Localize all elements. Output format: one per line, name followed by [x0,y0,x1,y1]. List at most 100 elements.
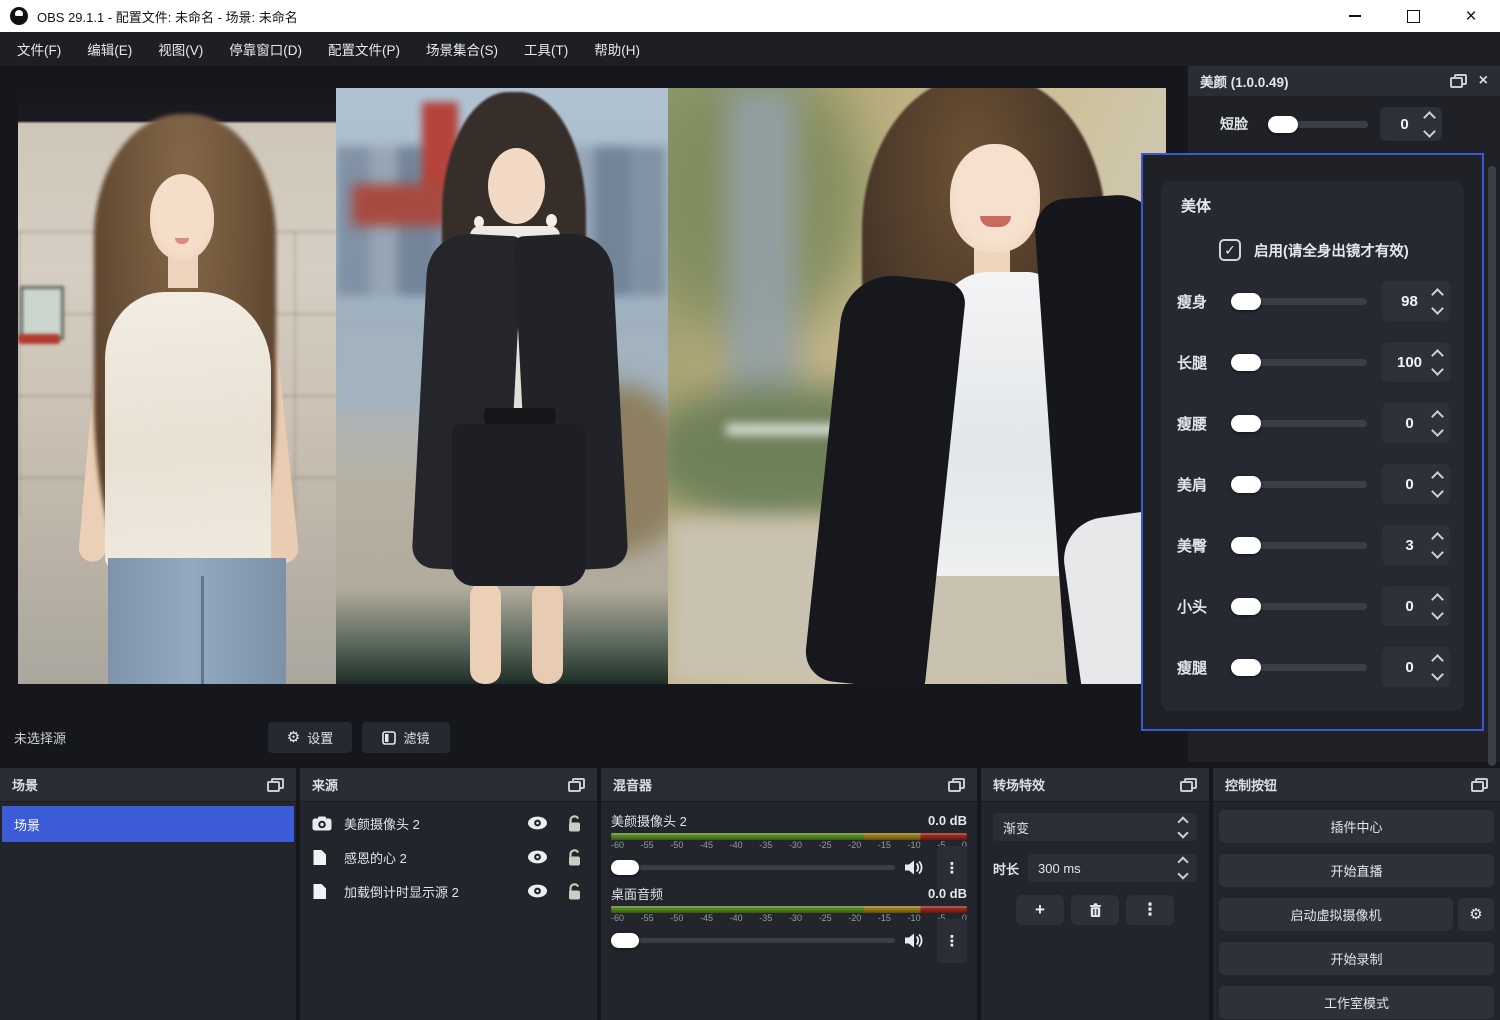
lock-icon[interactable] [567,815,585,832]
slider-track[interactable] [1231,481,1367,488]
volume-slider[interactable] [611,865,895,870]
menu-item[interactable]: 编辑(E) [74,32,145,66]
spin-down-icon[interactable] [1431,607,1444,620]
spin-down-icon[interactable] [1431,424,1444,437]
control-button[interactable]: 开始直播 [1219,854,1494,887]
slider-handle[interactable] [1231,415,1261,432]
popout-icon[interactable] [1180,778,1197,792]
close-button[interactable]: × [1442,0,1500,32]
source-filters-button[interactable]: 滤镜 [362,722,450,753]
slider-handle[interactable] [1231,476,1261,493]
source-list-item[interactable]: 加载倒计时显示源 2 [300,874,597,908]
slider-track[interactable] [1231,298,1367,305]
spin-down-icon[interactable] [1431,485,1444,498]
slider-track[interactable] [1231,603,1367,610]
slider-value-box[interactable]: 0 [1382,464,1450,504]
spin-up-icon[interactable] [1431,471,1444,484]
slider-handle[interactable] [1268,116,1298,133]
spin-up-icon[interactable] [1431,410,1444,423]
slider-value-box[interactable]: 98 [1382,281,1450,321]
spin-down-icon[interactable] [1431,302,1444,315]
spin-down-icon[interactable] [1431,668,1444,681]
spin-up-icon[interactable] [1423,111,1436,124]
slider-track[interactable] [1231,420,1367,427]
volume-handle[interactable] [611,933,639,948]
popout-icon[interactable] [1471,778,1488,792]
slider-track[interactable] [1231,542,1367,549]
control-button[interactable]: 插件中心 [1219,810,1494,843]
source-list-item[interactable]: 美颜摄像头 2 [300,806,597,840]
speaker-icon[interactable] [904,933,923,948]
minimize-button[interactable] [1326,0,1384,32]
volume-slider[interactable] [611,938,895,943]
spin-up-icon[interactable] [1431,288,1444,301]
no-source-label: 未选择源 [14,728,66,747]
slider-value-box[interactable]: 0 [1380,107,1442,141]
scene-list-item[interactable]: 场景 [2,806,294,842]
slider-track[interactable] [1231,359,1367,366]
spin-up-icon[interactable] [1431,532,1444,545]
control-button-label: 插件中心 [1330,817,1382,836]
virtual-camera-settings-button[interactable]: ⚙ [1458,898,1494,931]
slider-handle[interactable] [1231,293,1261,310]
popout-icon[interactable] [568,778,585,792]
slider-value-box[interactable]: 0 [1382,586,1450,626]
dock-scrollbar[interactable] [1488,166,1496,766]
control-button[interactable]: 启动虚拟摄像机 [1219,898,1453,931]
lock-icon[interactable] [567,849,585,866]
maximize-button[interactable] [1384,0,1442,32]
spin-down-icon[interactable] [1431,546,1444,559]
lock-icon[interactable] [567,883,585,900]
slider-value-box[interactable]: 100 [1382,342,1450,382]
settings-label: 设置 [307,728,333,747]
scale-tick: -60 [611,840,624,852]
slider-track[interactable] [1268,121,1368,128]
source-settings-button[interactable]: ⚙ 设置 [268,722,352,753]
spin-up-icon[interactable] [1431,654,1444,667]
visibility-eye-icon[interactable] [527,816,551,830]
slider-handle[interactable] [1231,354,1261,371]
slider-handle[interactable] [1231,659,1261,676]
dock-close-icon[interactable]: × [1479,73,1488,89]
source-list-item[interactable]: 感恩的心 2 [300,840,597,874]
body-slider-row: 美臀 3 [1177,525,1450,565]
channel-menu-button[interactable]: ⋮ [937,919,967,963]
control-button[interactable]: 工作室模式 [1219,986,1494,1019]
duration-spinbox[interactable]: 300 ms [1028,854,1197,882]
spin-down-icon[interactable] [1423,125,1436,138]
menu-item[interactable]: 视图(V) [145,32,216,66]
menu-item[interactable]: 配置文件(P) [315,32,413,66]
spin-up-icon[interactable] [1431,349,1444,362]
slider-handle[interactable] [1231,537,1261,554]
menu-item[interactable]: 帮助(H) [581,32,653,66]
popout-icon[interactable] [1450,74,1467,88]
slider-value: 0 [1384,116,1425,133]
transition-menu-button[interactable]: ⋮ [1126,895,1174,925]
slider-track[interactable] [1231,664,1367,671]
menu-item[interactable]: 文件(F) [4,32,74,66]
slider-value-box[interactable]: 3 [1382,525,1450,565]
control-button[interactable]: 开始录制 [1219,942,1494,975]
remove-transition-button[interactable] [1071,895,1119,925]
slider-value-box[interactable]: 0 [1382,647,1450,687]
spin-down-icon[interactable] [1431,363,1444,376]
menu-item[interactable]: 停靠窗口(D) [216,32,315,66]
spin-up-icon[interactable] [1177,856,1188,867]
add-transition-button[interactable]: + [1016,895,1064,925]
spin-up-icon[interactable] [1431,593,1444,606]
popout-icon[interactable] [948,778,965,792]
menu-item[interactable]: 场景集合(S) [413,32,511,66]
popout-icon[interactable] [267,778,284,792]
control-button-label: 工作室模式 [1324,993,1389,1012]
volume-handle[interactable] [611,860,639,875]
slider-handle[interactable] [1231,598,1261,615]
visibility-eye-icon[interactable] [527,850,551,864]
spin-down-icon[interactable] [1177,868,1188,879]
slider-value-box[interactable]: 0 [1382,403,1450,443]
speaker-icon[interactable] [904,860,923,875]
enable-checkbox[interactable]: ✓ [1219,239,1241,261]
menu-item[interactable]: 工具(T) [511,32,581,66]
transition-select[interactable]: 渐变 [993,813,1197,841]
visibility-eye-icon[interactable] [527,884,551,898]
mixer-channel: 桌面音频 0.0 dB -60-55-50-45-40-35-30-25-20-… [601,875,977,948]
